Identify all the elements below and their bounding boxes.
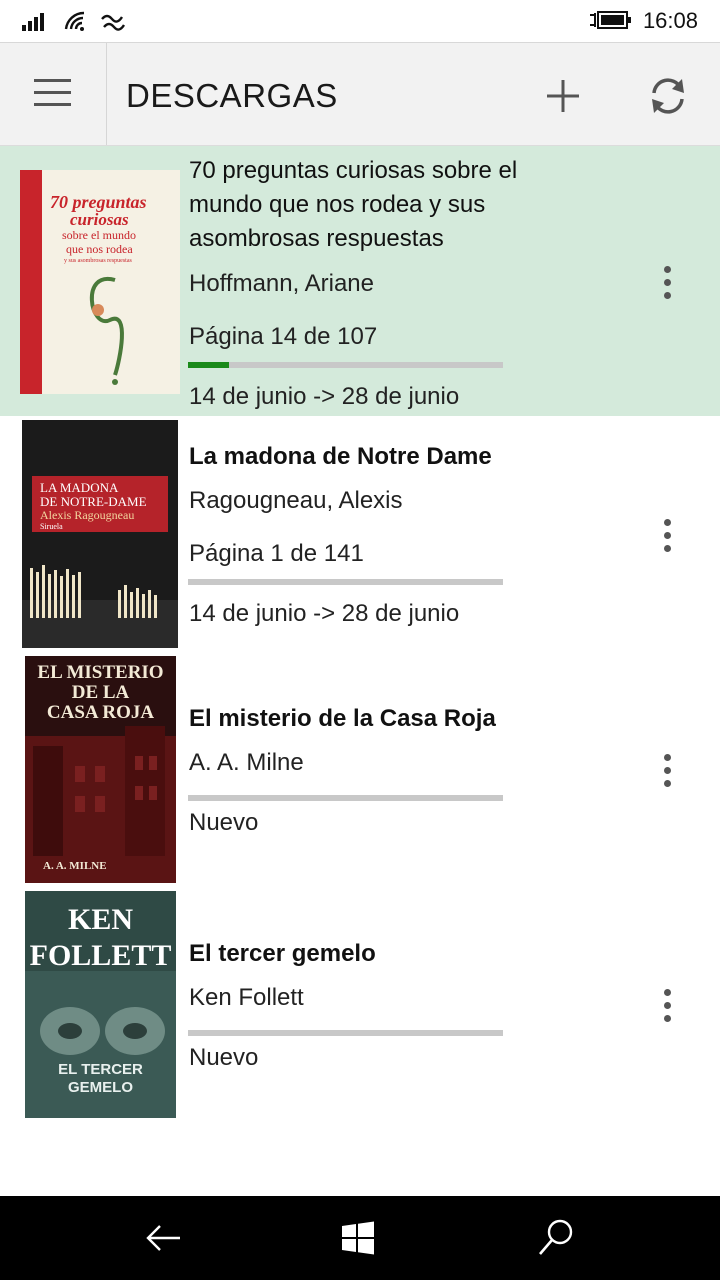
book-item[interactable]: LA MADONA DE NOTRE-DAME Alexis Ragougnea… (0, 416, 720, 652)
book-item[interactable]: EL MISTERIO DE LA CASA ROJA A. A. MILNE … (0, 652, 720, 887)
back-arrow-icon (146, 1225, 180, 1251)
book-cover: LA MADONA DE NOTRE-DAME Alexis Ragougnea… (22, 420, 178, 648)
network-data-icon (101, 14, 126, 31)
book-author: Hoffmann, Ariane (189, 270, 375, 297)
battery-charging-icon (590, 11, 631, 29)
book-item[interactable]: 70 preguntas curiosas sobre el mundo que… (0, 146, 720, 416)
signal-strength-icon (22, 13, 44, 31)
search-button[interactable] (526, 1214, 586, 1262)
system-nav-bar (0, 1196, 720, 1280)
page-title: DESCARGAS (126, 77, 338, 114)
windows-logo-icon (342, 1221, 374, 1255)
book-author: Ragougneau, Alexis (189, 487, 403, 514)
more-options-button[interactable] (655, 263, 681, 303)
book-item[interactable]: KEN FOLLETT EL TERCER GEMELO El tercer g… (0, 887, 720, 1122)
clock: 16:08 (642, 8, 698, 33)
start-button[interactable] (328, 1214, 388, 1262)
status-bar: 16:08 (0, 0, 720, 43)
hamburger-menu-icon (34, 79, 71, 106)
loan-dates: 14 de junio -> 28 de junio (189, 600, 460, 627)
wifi-icon (64, 11, 85, 31)
cover-art-image (22, 476, 178, 648)
cover-author: A. A. MILNE (43, 860, 107, 872)
book-title: El tercer gemelo (189, 940, 376, 967)
cover-title-line: GEMELO (67, 1079, 133, 1096)
cover-subtitle: y sus asombrosas respuestas (64, 258, 132, 264)
progress-fill (188, 362, 229, 368)
cover-title-line: KEN (67, 903, 133, 936)
search-icon (539, 1219, 573, 1255)
more-options-button[interactable] (655, 751, 681, 791)
book-list: 70 preguntas curiosas sobre el mundo que… (0, 146, 720, 1122)
book-author: Ken Follett (189, 984, 304, 1011)
cover-title-line: sobre el mundo (62, 228, 136, 242)
add-button[interactable] (538, 71, 588, 121)
cover-publisher: Siruela (40, 522, 63, 531)
refresh-button[interactable] (642, 71, 694, 121)
cover-title-line: que nos rodea (66, 242, 133, 256)
plus-icon (547, 80, 579, 112)
cover-title-line: EL TERCER (58, 1061, 143, 1078)
book-cover: EL MISTERIO DE LA CASA ROJA A. A. MILNE (25, 656, 176, 883)
app-header: DESCARGAS (0, 43, 720, 146)
cover-title-line: DE LA (71, 682, 130, 703)
page-progress-text: Página 1 de 141 (189, 540, 364, 567)
book-cover: KEN FOLLETT EL TERCER GEMELO (25, 891, 176, 1118)
more-options-button[interactable] (655, 516, 681, 556)
back-button[interactable] (134, 1214, 194, 1262)
reading-progress-bar (188, 795, 503, 801)
cover-title-line: EL MISTERIO (37, 662, 164, 683)
refresh-icon (652, 78, 684, 114)
page-progress-text: Página 14 de 107 (189, 323, 378, 350)
reading-progress-bar (188, 579, 503, 585)
more-options-button[interactable] (655, 986, 681, 1026)
cover-title-line: CASA ROJA (46, 702, 155, 723)
book-cover: 70 preguntas curiosas sobre el mundo que… (20, 170, 180, 394)
menu-button[interactable] (0, 43, 107, 145)
reading-progress-bar (188, 362, 503, 368)
book-title: 70 preguntas curiosas sobre el mundo que… (189, 157, 518, 252)
cover-title-line: FOLLETT (29, 939, 172, 972)
book-title: El misterio de la Casa Roja (189, 705, 496, 732)
book-author: A. A. Milne (189, 749, 304, 776)
cover-title-line: curiosas (70, 210, 129, 229)
book-status: Nuevo (189, 1044, 259, 1071)
book-title: La madona de Notre Dame (189, 443, 492, 470)
reading-progress-bar (188, 1030, 503, 1036)
book-status: Nuevo (189, 809, 259, 836)
loan-dates: 14 de junio -> 28 de junio (189, 383, 460, 410)
cover-author: Alexis Ragougneau (40, 508, 135, 522)
